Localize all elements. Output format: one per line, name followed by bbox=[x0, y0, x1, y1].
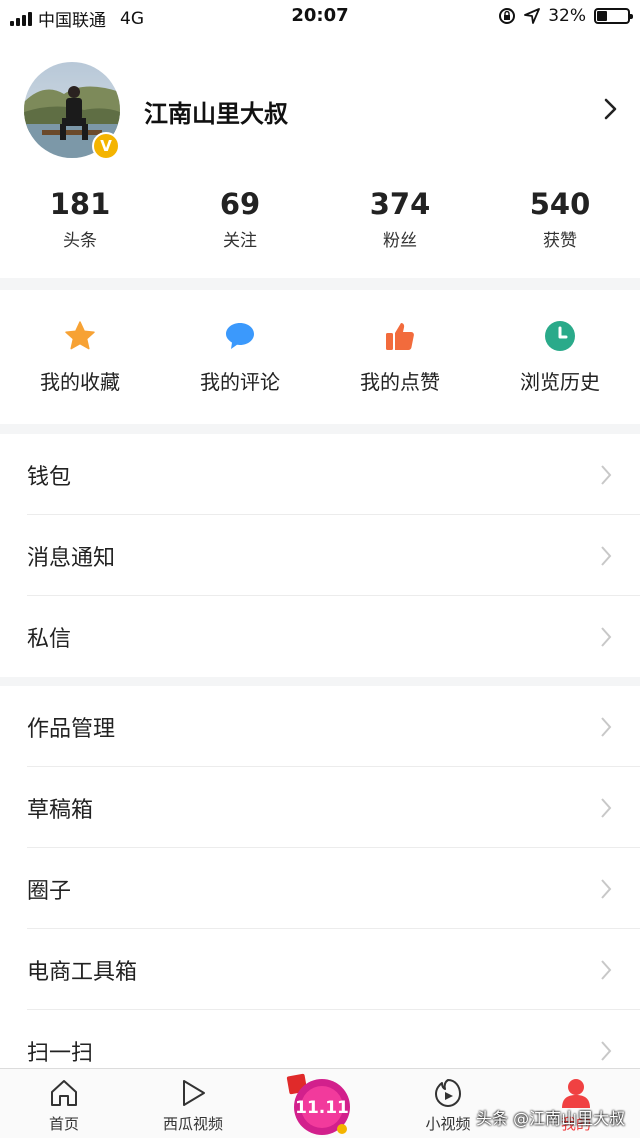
menu-item-messages[interactable]: 私信 bbox=[0, 596, 640, 677]
promo-text: 11.11 bbox=[295, 1098, 349, 1118]
tab-home[interactable]: 首页 bbox=[24, 1069, 104, 1138]
chevron-right-icon bbox=[601, 879, 612, 899]
chevron-right-icon bbox=[601, 798, 612, 818]
menu-label: 电商工具箱 bbox=[27, 960, 138, 985]
verified-badge: V bbox=[92, 132, 120, 160]
clock-icon bbox=[545, 321, 575, 351]
tab-label: 小视频 bbox=[425, 1115, 471, 1133]
quick-favorites[interactable]: 我的收藏 bbox=[0, 290, 160, 424]
menu-group-account: 钱包 消息通知 私信 bbox=[0, 434, 640, 677]
quick-label: 我的收藏 bbox=[40, 370, 120, 394]
username[interactable]: 江南山里大叔 bbox=[144, 94, 288, 129]
stat-value: 540 bbox=[529, 187, 591, 221]
stat-value: 69 bbox=[219, 187, 261, 221]
menu-item-circles[interactable]: 圈子 bbox=[0, 848, 640, 929]
menu-item-scan[interactable]: 扫一扫 bbox=[0, 1010, 640, 1068]
menu-label: 消息通知 bbox=[27, 546, 116, 571]
quick-label: 浏览历史 bbox=[520, 370, 600, 394]
short-video-icon bbox=[435, 1079, 461, 1107]
stats-row: 181 头条 69 关注 374 粉丝 540 获赞 bbox=[0, 186, 640, 251]
chevron-right-icon bbox=[601, 627, 612, 647]
menu-label: 草稿箱 bbox=[27, 798, 94, 823]
menu-label: 钱包 bbox=[27, 465, 72, 490]
menu-label: 圈子 bbox=[27, 879, 72, 904]
star-icon bbox=[65, 321, 95, 350]
location-icon bbox=[524, 8, 541, 24]
chevron-right-icon bbox=[601, 717, 612, 737]
stat-label: 获赞 bbox=[543, 231, 577, 251]
quick-label: 我的点赞 bbox=[360, 370, 440, 394]
tab-xigua-video[interactable]: 西瓜视频 bbox=[148, 1069, 238, 1138]
menu-item-notifications[interactable]: 消息通知 bbox=[0, 515, 640, 596]
stat-followers[interactable]: 374 粉丝 bbox=[320, 186, 480, 251]
thumbs-up-icon bbox=[386, 323, 414, 350]
chevron-right-icon bbox=[601, 546, 612, 566]
stat-likes[interactable]: 540 获赞 bbox=[480, 186, 640, 251]
quick-actions: 我的收藏 我的评论 我的点赞 浏览历史 bbox=[0, 290, 640, 424]
menu-label: 私信 bbox=[27, 627, 72, 652]
stat-label: 头条 bbox=[63, 231, 97, 251]
profile-header[interactable]: V 江南山里大叔 181 头条 69 关注 374 粉丝 540 获赞 bbox=[0, 34, 640, 278]
stat-value: 374 bbox=[369, 187, 431, 221]
tab-label: 西瓜视频 bbox=[162, 1115, 223, 1133]
quick-label: 我的评论 bbox=[200, 370, 280, 394]
menu-item-drafts[interactable]: 草稿箱 bbox=[0, 767, 640, 848]
home-icon bbox=[51, 1080, 77, 1106]
promo-11-11-icon: 11.11 bbox=[286, 1073, 350, 1135]
chevron-right-icon[interactable] bbox=[600, 96, 620, 122]
quick-likes[interactable]: 我的点赞 bbox=[320, 290, 480, 424]
menu-label: 作品管理 bbox=[27, 717, 116, 742]
battery-percent: 32% bbox=[548, 6, 586, 26]
play-icon bbox=[183, 1080, 205, 1106]
stat-label: 粉丝 bbox=[383, 231, 417, 251]
stat-label: 关注 bbox=[223, 231, 257, 251]
menu-item-works[interactable]: 作品管理 bbox=[0, 686, 640, 767]
stat-articles[interactable]: 181 头条 bbox=[0, 186, 160, 251]
battery-icon bbox=[594, 8, 633, 24]
watermark: 头条 @江南山里大叔 bbox=[476, 1109, 626, 1128]
chevron-right-icon bbox=[601, 1041, 612, 1061]
menu-item-wallet[interactable]: 钱包 bbox=[0, 434, 640, 515]
menu-group-creator: 作品管理 草稿箱 圈子 电商工具箱 扫一扫 bbox=[0, 686, 640, 1068]
menu-label: 扫一扫 bbox=[27, 1041, 94, 1066]
chevron-right-icon bbox=[601, 465, 612, 485]
status-bar: 中国联通 4G 20:07 32% bbox=[0, 0, 640, 34]
rotation-lock-icon bbox=[499, 8, 516, 24]
quick-history[interactable]: 浏览历史 bbox=[480, 290, 640, 424]
comment-icon bbox=[226, 323, 254, 349]
tab-label: 首页 bbox=[48, 1115, 79, 1133]
stat-value: 181 bbox=[49, 187, 111, 221]
menu-item-ecommerce-tools[interactable]: 电商工具箱 bbox=[0, 929, 640, 1010]
status-right: 32% bbox=[498, 6, 633, 26]
quick-comments[interactable]: 我的评论 bbox=[160, 290, 320, 424]
tab-short-video[interactable]: 小视频 bbox=[412, 1069, 484, 1138]
stat-following[interactable]: 69 关注 bbox=[160, 186, 320, 251]
chevron-right-icon bbox=[601, 960, 612, 980]
tab-promo[interactable]: 11.11 bbox=[282, 1069, 358, 1138]
